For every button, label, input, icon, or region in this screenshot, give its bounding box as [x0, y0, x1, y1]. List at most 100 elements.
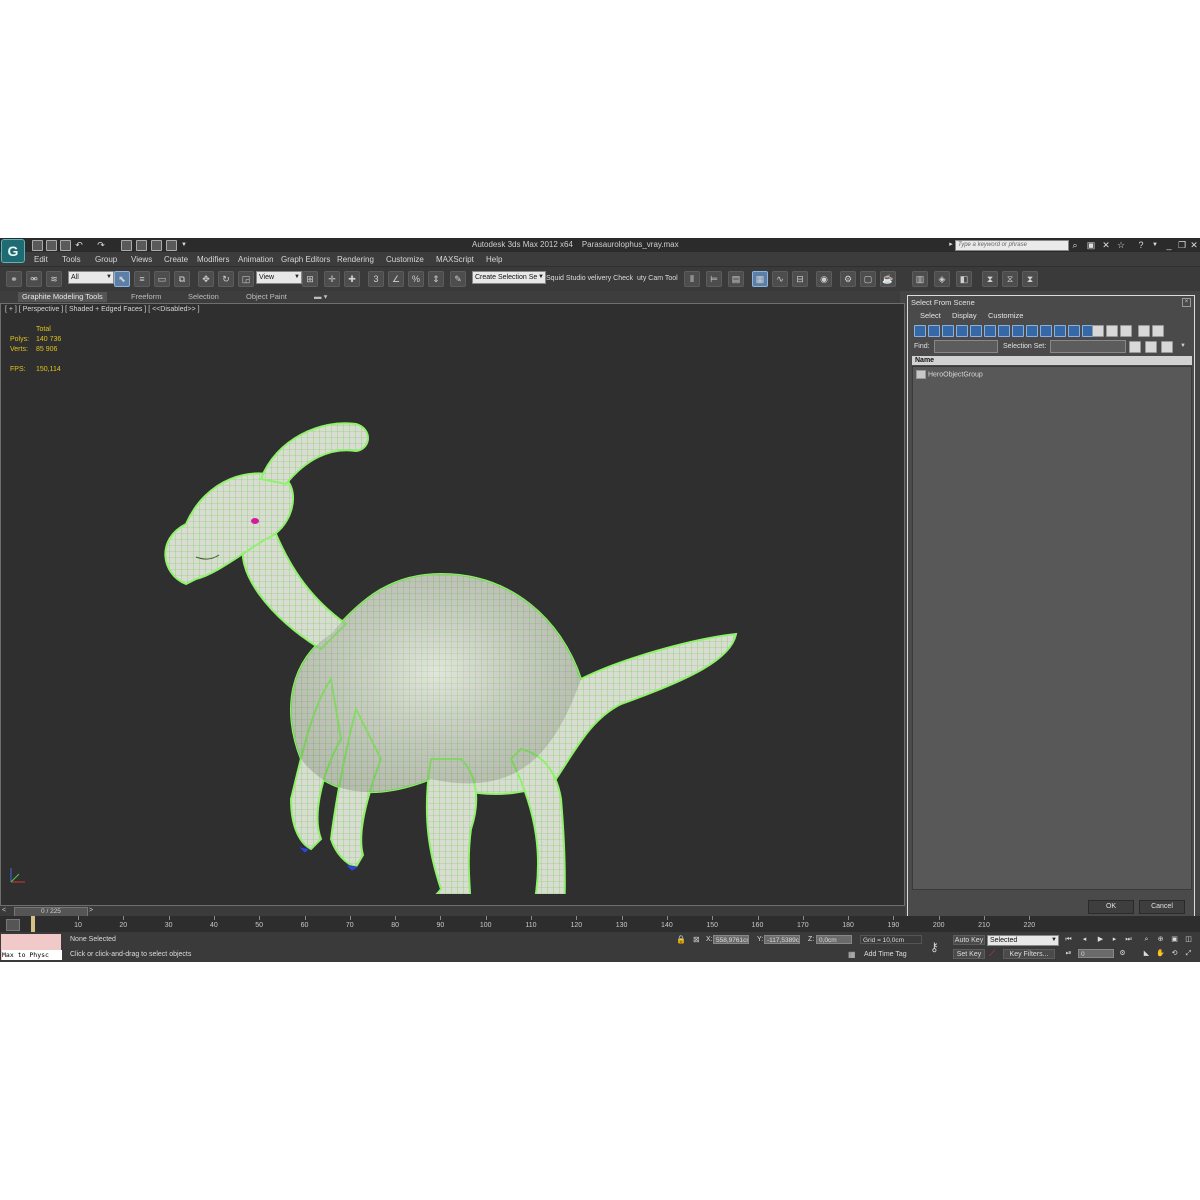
perspective-viewport[interactable]: [ + ] [ Perspective ] [ Shaded + Edged F… — [0, 303, 905, 906]
angle-snap-icon[interactable]: ∠ — [388, 271, 404, 287]
scene-object-list[interactable]: HeroObjectGroup — [912, 366, 1192, 890]
menu-graph-editors[interactable]: Graph Editors — [281, 255, 330, 264]
display-helpers-icon[interactable] — [970, 325, 982, 337]
create-selection-set-dropdown[interactable]: Create Selection Se — [472, 271, 546, 284]
maximize-viewport-icon[interactable]: ⤢ — [1184, 949, 1193, 958]
lock-selection-icon[interactable]: 🔒 — [676, 935, 686, 944]
unlink-icon[interactable]: ⚮ — [26, 271, 42, 287]
render-production-icon[interactable]: ☕ — [880, 271, 896, 287]
time-slider-prev-icon[interactable]: < — [2, 907, 6, 914]
set-key-icon[interactable]: ⟋ — [989, 948, 995, 959]
select-by-name-icon[interactable]: ≡ — [134, 271, 150, 287]
set-key-button[interactable]: Set Key — [953, 949, 985, 959]
delivery-check-button[interactable]: elivery Check — [591, 275, 633, 282]
minimize-icon[interactable]: _ — [1164, 240, 1174, 250]
key-icon[interactable]: ⚷ — [930, 940, 939, 954]
tab-selection[interactable]: Selection — [188, 292, 219, 302]
current-frame-field[interactable]: 0 — [1078, 949, 1114, 958]
material-editor-icon[interactable]: ◉ — [816, 271, 832, 287]
binoculars-icon[interactable]: ⌕ — [1070, 240, 1080, 250]
parasaurolophus-model[interactable] — [151, 324, 751, 894]
communication-icon[interactable]: ✕ — [1101, 240, 1111, 250]
display-hidden-icon[interactable] — [1068, 325, 1080, 337]
undo-icon[interactable]: ↶ — [74, 240, 84, 250]
save-file-icon[interactable] — [60, 240, 71, 251]
zoom-extents-icon[interactable]: ▣ — [1170, 935, 1179, 944]
snaps-toggle-icon[interactable]: 3 — [368, 271, 384, 287]
menu-rendering[interactable]: Rendering — [337, 255, 374, 264]
ribbon-options-icon[interactable]: ▬ ▾ — [314, 292, 327, 302]
tab-graphite-modeling-tools[interactable]: Graphite Modeling Tools — [18, 292, 107, 302]
app-logo-icon[interactable]: G — [1, 239, 25, 263]
pivot-center-icon[interactable]: ⊞ — [302, 271, 318, 287]
menu-views[interactable]: Views — [131, 255, 152, 264]
display-containers-icon[interactable] — [1040, 325, 1052, 337]
menu-create[interactable]: Create — [164, 255, 188, 264]
align-icon[interactable]: ⊨ — [706, 271, 722, 287]
column-header-name[interactable]: Name — [912, 356, 1192, 365]
key-mode-toggle-icon[interactable]: ⏯ — [1064, 949, 1073, 958]
tab-freeform[interactable]: Freeform — [131, 292, 161, 302]
window-crossing-icon[interactable]: ⧉ — [174, 271, 190, 287]
tab-object-paint[interactable]: Object Paint — [246, 292, 287, 302]
pan-view-icon[interactable]: ✋ — [1156, 949, 1165, 958]
layer-manager-icon[interactable]: ▤ — [728, 271, 744, 287]
rectangular-selection-icon[interactable]: ▭ — [154, 271, 170, 287]
go-to-start-icon[interactable]: ⏮ — [1064, 935, 1073, 944]
track-bar[interactable]: 10 20 30 40 50 60 70 80 90 100 110 120 130 140 150 160 1… — [0, 916, 1200, 932]
render-setup-icon[interactable]: ⚙ — [840, 271, 856, 287]
filter-icon[interactable] — [1138, 325, 1150, 337]
menu-group[interactable]: Group — [95, 255, 117, 264]
help-dropdown-icon[interactable]: ▼ — [1150, 240, 1160, 250]
keyboard-shortcut-override-icon[interactable]: ✚ — [344, 271, 360, 287]
close-icon[interactable]: ✕ — [1189, 240, 1199, 250]
select-dependents-icon[interactable] — [1161, 341, 1173, 353]
display-cameras-icon[interactable] — [956, 325, 968, 337]
selection-filter-dropdown[interactable]: All — [68, 271, 114, 284]
extra-tool-icon-2[interactable]: ◈ — [934, 271, 950, 287]
x-coordinate-field[interactable]: 558,9761cm — [713, 935, 749, 944]
menu-edit[interactable]: Edit — [34, 255, 48, 264]
select-move-icon[interactable]: ✥ — [198, 271, 214, 287]
time-tag-icon[interactable]: ▦ — [848, 950, 856, 959]
new-file-icon[interactable] — [32, 240, 43, 251]
dialog-close-icon[interactable]: × — [1182, 298, 1191, 307]
mirror-icon[interactable]: ⫴ — [684, 271, 700, 287]
link-icon[interactable]: ⚭ — [6, 271, 22, 287]
squid-studio-button[interactable]: Squid Studio v — [546, 275, 591, 282]
quick-access-icon-1[interactable] — [136, 240, 147, 251]
select-children-icon[interactable] — [1145, 341, 1157, 353]
maxscript-listener[interactable]: Max to Physc — [1, 934, 62, 960]
rendered-frame-window-icon[interactable]: ▢ — [860, 271, 876, 287]
zoom-all-icon[interactable]: ⊕ — [1156, 935, 1165, 944]
extra-tool-icon-1[interactable]: ▥ — [912, 271, 928, 287]
field-of-view-icon[interactable]: ◣ — [1142, 949, 1151, 958]
sync-selection-icon[interactable] — [1129, 341, 1141, 353]
extra-tool-icon-3[interactable]: ◧ — [956, 271, 972, 287]
percent-snap-icon[interactable]: % — [408, 271, 424, 287]
menu-help[interactable]: Help — [486, 255, 502, 264]
extra-tool-icon-5[interactable]: ⧖ — [1002, 271, 1018, 287]
viewport-label[interactable]: [ + ] [ Perspective ] [ Shaded + Edged F… — [5, 306, 200, 313]
open-file-icon[interactable] — [46, 240, 57, 251]
zoom-extents-all-icon[interactable]: ◫ — [1184, 935, 1193, 944]
reference-coordinate-dropdown[interactable]: View — [256, 271, 302, 284]
zoom-icon[interactable]: ⌕ — [1142, 935, 1151, 944]
z-coordinate-field[interactable]: 0,0cm — [816, 935, 852, 944]
extra-tool-icon-4[interactable]: ⧗ — [982, 271, 998, 287]
add-time-tag-button[interactable]: Add Time Tag — [864, 951, 907, 958]
graphite-toggle-icon[interactable]: ▦ — [752, 271, 768, 287]
favorites-star-icon[interactable]: ☆ — [1116, 240, 1126, 250]
display-bones-icon[interactable] — [1026, 325, 1038, 337]
curve-editor-icon[interactable]: ∿ — [772, 271, 788, 287]
key-mode-dropdown[interactable]: Selected — [987, 935, 1059, 946]
display-shapes-icon[interactable] — [928, 325, 940, 337]
ok-button[interactable]: OK — [1088, 900, 1134, 914]
subscription-icon[interactable]: ▣ — [1086, 240, 1096, 250]
beauty-cam-tool-button[interactable]: uty Cam Tool — [637, 275, 678, 282]
display-xrefs-icon[interactable] — [1012, 325, 1024, 337]
spinner-snap-icon[interactable]: ⇕ — [428, 271, 444, 287]
y-coordinate-field[interactable]: -117,5389c — [764, 935, 800, 944]
cancel-button[interactable]: Cancel — [1139, 900, 1185, 914]
maxscript-mini-listener[interactable]: Max to Physc — [2, 950, 62, 960]
